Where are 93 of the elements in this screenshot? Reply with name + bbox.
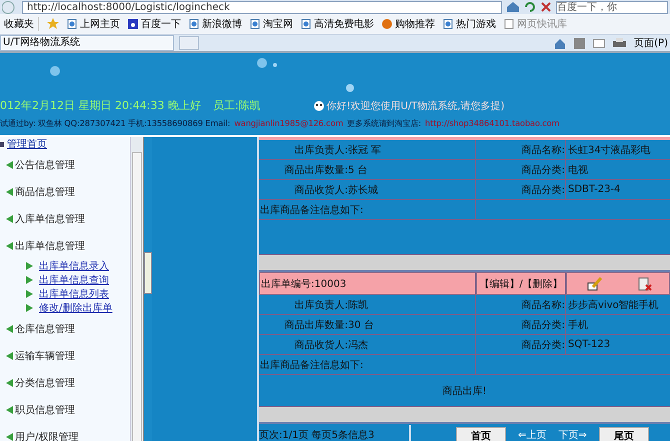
menu-item[interactable]: 用户/权限管理 <box>6 423 130 441</box>
browser-tab[interactable]: U/T网络物流系统 <box>0 35 174 51</box>
triangle-icon <box>6 188 13 196</box>
paw-icon <box>128 19 138 29</box>
bookmark-link[interactable]: 新浪微博 <box>189 17 242 31</box>
page-icon <box>504 19 514 29</box>
field-value: 电视 <box>568 164 588 176</box>
shopping-badge-icon <box>382 19 392 29</box>
favorites-button[interactable]: 收藏夹 <box>4 17 39 31</box>
field-label: 商品出库数量: <box>284 164 348 176</box>
field-label: 商品分类: <box>522 318 565 332</box>
triangle-icon <box>6 378 13 386</box>
menu-item[interactable]: 仓库信息管理 <box>6 315 130 342</box>
shop-label: 更多系统请到淘宝店: <box>347 118 421 129</box>
field-value: SDBT-23-4 <box>568 184 620 195</box>
menu-item[interactable]: 商品信息管理 <box>6 178 130 205</box>
next-page-link[interactable]: 下页⇒ <box>558 428 587 441</box>
remark-text: 商品出库! <box>442 384 486 398</box>
web-page-icon <box>443 19 453 29</box>
employee-name: 员工:陈凯 <box>212 98 261 113</box>
field-value: 步步高vivo智能手机 <box>568 298 659 312</box>
home-link[interactable]: 管理首页 <box>7 137 47 151</box>
menu-item[interactable]: 公告信息管理 <box>6 151 130 178</box>
triangle-icon <box>6 352 13 360</box>
menu-item[interactable]: 分类信息管理 <box>6 369 130 396</box>
scrollbar[interactable] <box>130 137 143 441</box>
credits-text: 试通过by: 双鱼林 QQ:287307421 手机:13558690869 Email: <box>0 118 230 129</box>
bookmark-link[interactable]: 高清免费电影 <box>301 17 374 31</box>
field-value: 冯杰 <box>348 338 368 352</box>
remark-label: 出库商品备注信息如下: <box>260 204 364 216</box>
field-label: 商品名称: <box>522 144 565 156</box>
mail-icon[interactable] <box>593 38 606 48</box>
field-label: 商品分类: <box>522 164 565 176</box>
bookmark-link[interactable]: 淘宝网 <box>250 17 293 31</box>
date-time-greeting: 012年2月12日 星期日 20:44:33 晚上好 <box>0 98 201 113</box>
puppy-icon <box>312 100 325 112</box>
field-label: 商品收货人: <box>294 338 348 352</box>
submenu-link[interactable]: 出库单信息列表 <box>39 287 109 301</box>
refresh-icon[interactable] <box>524 1 536 13</box>
menu-item[interactable]: 出库单信息管理 <box>6 232 130 259</box>
submenu-link[interactable]: 出库单信息查询 <box>39 273 109 287</box>
field-value: 5 台 <box>348 164 368 176</box>
bookmark-link[interactable]: 上网主页 <box>67 17 120 31</box>
record-number: 出库单编号:10003 <box>259 272 476 295</box>
field-value: 30 台 <box>348 318 374 332</box>
page-menu[interactable]: 页面(P) <box>634 36 668 50</box>
bookmark-link[interactable]: 百度一下 <box>128 17 181 31</box>
delete-document-icon[interactable] <box>638 276 652 290</box>
web-page-icon <box>67 19 77 29</box>
previous-page-link[interactable]: ⇐上页 <box>518 428 546 441</box>
bookmark-link[interactable]: 热门游戏 <box>443 17 496 31</box>
menu-item[interactable]: 职员信息管理 <box>6 396 130 423</box>
triangle-icon <box>6 324 13 332</box>
field-label: 出库负责人: <box>294 144 348 156</box>
edit-pencil-icon[interactable] <box>586 276 602 290</box>
last-page-button[interactable]: 尾页 <box>598 426 649 441</box>
field-label: 商品出库数量: <box>284 318 348 332</box>
remark-label: 出库商品备注信息如下: <box>260 358 364 372</box>
star-icon[interactable] <box>47 18 59 30</box>
web-page-icon <box>301 19 311 29</box>
field-value: 长虹34寸液晶彩电 <box>568 144 651 156</box>
feed-icon[interactable] <box>574 38 586 48</box>
field-value: SQT-123 <box>568 339 610 350</box>
edit-delete-links[interactable]: 【编辑】/【删除】 <box>476 272 566 295</box>
bookmark-link[interactable]: 购物推荐 <box>382 17 435 31</box>
field-value: 陈凯 <box>348 298 368 312</box>
field-label: 商品收货人: <box>294 184 348 196</box>
page-info: 页次:1/1页 每页5条信息3 <box>259 428 374 441</box>
menu-item[interactable]: 运输车辆管理 <box>6 342 130 369</box>
splitter-handle[interactable] <box>143 137 152 441</box>
web-page-icon <box>189 19 199 29</box>
close-icon[interactable] <box>540 1 552 13</box>
welcome-message: 你好!欢迎您使用U/T物流系统,请您多提) <box>326 100 504 112</box>
field-value: 手机 <box>568 318 588 332</box>
menu-item[interactable]: 入库单信息管理 <box>6 205 130 232</box>
triangle-icon <box>6 214 13 222</box>
triangle-icon <box>6 160 13 168</box>
address-field[interactable]: http://localhost:8000/Logistic/logincheck <box>22 0 502 14</box>
field-label: 商品分类: <box>522 184 565 196</box>
submenu-link[interactable]: 出库单信息录入 <box>39 259 109 273</box>
home-icon[interactable] <box>554 38 566 48</box>
triangle-icon <box>6 406 13 414</box>
submenu-link[interactable]: 修改/删除出库单 <box>39 301 112 315</box>
field-value: 苏长城 <box>348 184 378 196</box>
triangle-icon <box>6 242 13 250</box>
triangle-icon <box>6 432 13 440</box>
web-page-icon <box>250 19 260 29</box>
first-page-button[interactable]: 首页 <box>456 426 506 441</box>
field-label: 商品名称: <box>522 298 565 312</box>
field-label: 出库负责人: <box>294 298 348 312</box>
field-label: 商品分类: <box>522 338 565 352</box>
printer-icon[interactable] <box>613 38 626 48</box>
field-value: 张冠 军 <box>348 144 382 156</box>
